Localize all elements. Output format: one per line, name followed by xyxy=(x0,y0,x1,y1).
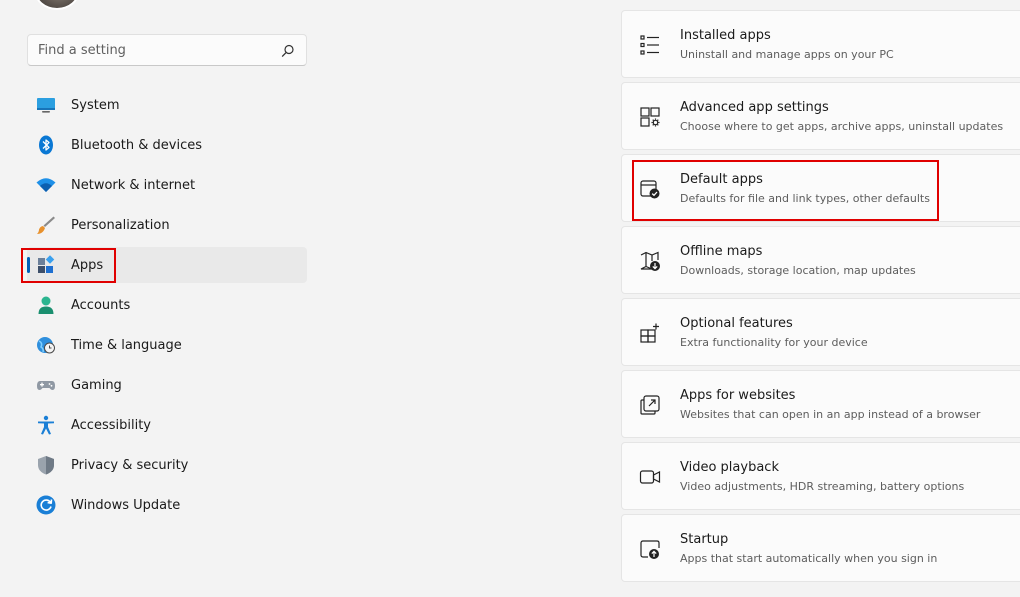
card-description: Extra functionality for your device xyxy=(680,336,868,349)
card-title: Offline maps xyxy=(680,244,763,259)
sidebar-item-label: Accessibility xyxy=(71,418,151,433)
sidebar-item-network[interactable]: Network & internet xyxy=(27,167,307,203)
sidebar-item-time-language[interactable]: Time & language xyxy=(27,327,307,363)
sidebar-item-gaming[interactable]: Gaming xyxy=(27,367,307,403)
sidebar-item-personalization[interactable]: Personalization xyxy=(27,207,307,243)
wifi-icon xyxy=(36,178,56,192)
card-title: Apps for websites xyxy=(680,388,796,403)
accounts-icon xyxy=(38,296,54,314)
brush-icon xyxy=(37,216,55,234)
card-title: Startup xyxy=(680,532,729,547)
apps-icon xyxy=(38,255,55,273)
sidebar-item-windows-update[interactable]: Windows Update xyxy=(27,487,307,523)
search-input[interactable] xyxy=(28,35,306,65)
sidebar-item-accessibility[interactable]: Accessibility xyxy=(27,407,307,443)
globe-clock-icon xyxy=(37,337,55,354)
sidebar-item-apps[interactable]: Apps xyxy=(27,247,307,283)
apps-settings-list: Installed apps Uninstall and manage apps… xyxy=(621,10,1020,586)
card-optional-features[interactable]: Optional features Extra functionality fo… xyxy=(621,298,1020,366)
sidebar-item-bluetooth[interactable]: Bluetooth & devices xyxy=(27,127,307,163)
card-title: Advanced app settings xyxy=(680,100,829,115)
update-icon xyxy=(36,495,56,515)
selection-indicator xyxy=(27,257,30,273)
card-description: Video adjustments, HDR streaming, batter… xyxy=(680,480,965,493)
card-title: Default apps xyxy=(680,172,763,187)
sidebar-item-label: Windows Update xyxy=(71,498,181,513)
map-download-icon xyxy=(640,251,660,271)
card-description: Defaults for file and link types, other … xyxy=(680,192,930,205)
sidebar-item-accounts[interactable]: Accounts xyxy=(27,287,307,323)
sidebar-item-label: Apps xyxy=(71,258,104,273)
app-settings-icon xyxy=(640,107,660,127)
card-description: Choose where to get apps, archive apps, … xyxy=(680,120,1004,133)
sidebar-item-label: Network & internet xyxy=(71,178,196,193)
card-title: Video playback xyxy=(680,460,779,475)
sidebar-item-label: Accounts xyxy=(71,298,131,313)
video-icon xyxy=(639,470,661,484)
card-title: Installed apps xyxy=(680,28,771,43)
open-external-icon xyxy=(640,395,660,415)
avatar[interactable] xyxy=(34,0,80,10)
card-apps-for-websites[interactable]: Apps for websites Websites that can open… xyxy=(621,370,1020,438)
sidebar-nav: System Bluetooth & devices Network & int… xyxy=(27,87,307,527)
card-offline-maps[interactable]: Offline maps Downloads, storage location… xyxy=(621,226,1020,294)
gamepad-icon xyxy=(37,381,55,390)
default-apps-icon xyxy=(640,180,660,199)
card-video-playback[interactable]: Video playback Video adjustments, HDR st… xyxy=(621,442,1020,510)
sidebar-item-label: Privacy & security xyxy=(71,458,189,473)
card-description: Uninstall and manage apps on your PC xyxy=(680,48,894,61)
sidebar-item-label: System xyxy=(71,98,120,113)
sidebar-item-privacy-security[interactable]: Privacy & security xyxy=(27,447,307,483)
sidebar-item-label: Gaming xyxy=(71,378,122,393)
startup-icon xyxy=(640,540,660,559)
card-title: Optional features xyxy=(680,316,793,331)
search-icon[interactable] xyxy=(281,44,295,58)
sidebar-item-label: Personalization xyxy=(71,218,170,233)
sidebar-item-label: Time & language xyxy=(71,338,182,353)
system-icon xyxy=(37,98,55,113)
card-description: Apps that start automatically when you s… xyxy=(680,552,938,565)
card-description: Downloads, storage location, map updates xyxy=(680,264,916,277)
search-box[interactable] xyxy=(27,34,307,66)
card-advanced-app-settings[interactable]: Advanced app settings Choose where to ge… xyxy=(621,82,1020,150)
list-icon xyxy=(640,35,659,55)
shield-icon xyxy=(38,456,54,475)
card-startup[interactable]: Startup Apps that start automatically wh… xyxy=(621,514,1020,582)
grid-add-icon xyxy=(640,323,659,343)
sidebar-item-label: Bluetooth & devices xyxy=(71,138,202,153)
sidebar-item-system[interactable]: System xyxy=(27,87,307,123)
card-default-apps[interactable]: Default apps Defaults for file and link … xyxy=(621,154,1020,222)
bluetooth-icon xyxy=(39,135,53,155)
card-installed-apps[interactable]: Installed apps Uninstall and manage apps… xyxy=(621,10,1020,78)
accessibility-icon xyxy=(38,415,54,435)
card-description: Websites that can open in an app instead… xyxy=(680,408,981,421)
